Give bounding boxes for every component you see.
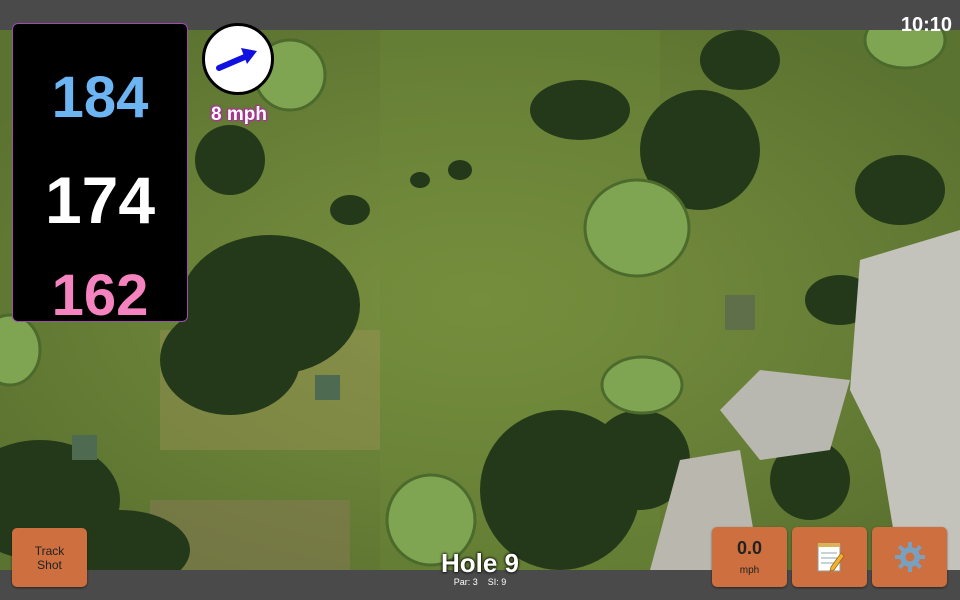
wind-direction-dial [202, 23, 274, 95]
stroke-index-label: SI: 9 [487, 577, 507, 587]
hole-title: Hole 9 [440, 548, 520, 578]
gear-icon [894, 542, 925, 572]
center-distance: 174 [44, 163, 156, 237]
hole-info: Par: 3 SI: 9 [380, 577, 580, 587]
notes-button[interactable] [792, 527, 867, 587]
back-distance: 184 [51, 65, 149, 130]
track-shot-label-line1: Track [34, 543, 65, 558]
track-shot-label-line2: Shot [37, 557, 62, 572]
distance-panel: 184 174 162 [12, 23, 188, 328]
clock-time: 10:10 [900, 14, 952, 36]
settings-button[interactable] [872, 527, 947, 587]
front-distance: 162 [51, 263, 149, 328]
wind-arrow-icon [216, 48, 257, 71]
par-label: Par: 3 [453, 577, 478, 587]
speed-unit: mph [739, 565, 760, 576]
track-shot-button[interactable]: Track Shot [12, 528, 87, 587]
speed-value: 0.0 [736, 538, 763, 558]
notepad-icon [817, 543, 845, 572]
wind-speed: 8 mph [211, 104, 267, 125]
speed-button[interactable]: 0.0 mph [712, 527, 787, 587]
